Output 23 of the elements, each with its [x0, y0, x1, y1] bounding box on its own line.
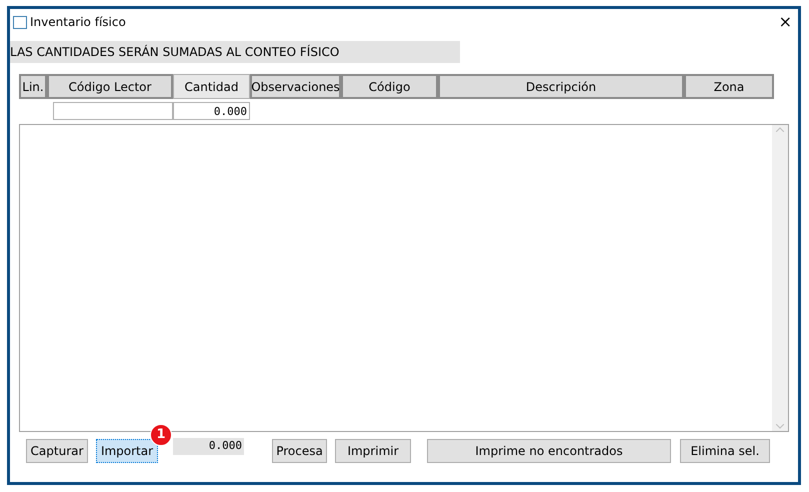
- column-header[interactable]: Lin.: [19, 74, 47, 99]
- window-title: Inventario físico: [30, 14, 126, 31]
- action-button[interactable]: Capturar: [26, 439, 88, 463]
- action-button[interactable]: Procesa: [272, 439, 327, 463]
- action-button[interactable]: Importar: [96, 439, 158, 463]
- notice-label: LAS CANTIDADES SERÁN SUMADAS AL CONTEO FÍSICO: [10, 44, 340, 61]
- action-button[interactable]: Elimina sel.: [680, 439, 770, 463]
- column-header[interactable]: Código: [341, 74, 438, 99]
- window-icon: [13, 16, 27, 28]
- column-header[interactable]: Zona: [684, 74, 774, 99]
- action-button[interactable]: Imprime no encontrados: [427, 439, 671, 463]
- column-header[interactable]: Código Lector: [47, 74, 173, 99]
- column-header[interactable]: Cantidad: [173, 74, 250, 99]
- column-header[interactable]: Observaciones: [250, 74, 341, 99]
- total-field: 0.000: [173, 438, 244, 455]
- quantity-field[interactable]: 0.000: [173, 102, 250, 120]
- scroll-down-icon: [776, 424, 784, 429]
- scroll-up-icon: [776, 127, 784, 132]
- reader-code-field[interactable]: [53, 102, 173, 120]
- action-button[interactable]: Imprimir: [335, 439, 411, 463]
- scrollbar[interactable]: [772, 125, 788, 431]
- close-button[interactable]: ×: [778, 14, 792, 30]
- column-header[interactable]: Descripción: [438, 74, 684, 99]
